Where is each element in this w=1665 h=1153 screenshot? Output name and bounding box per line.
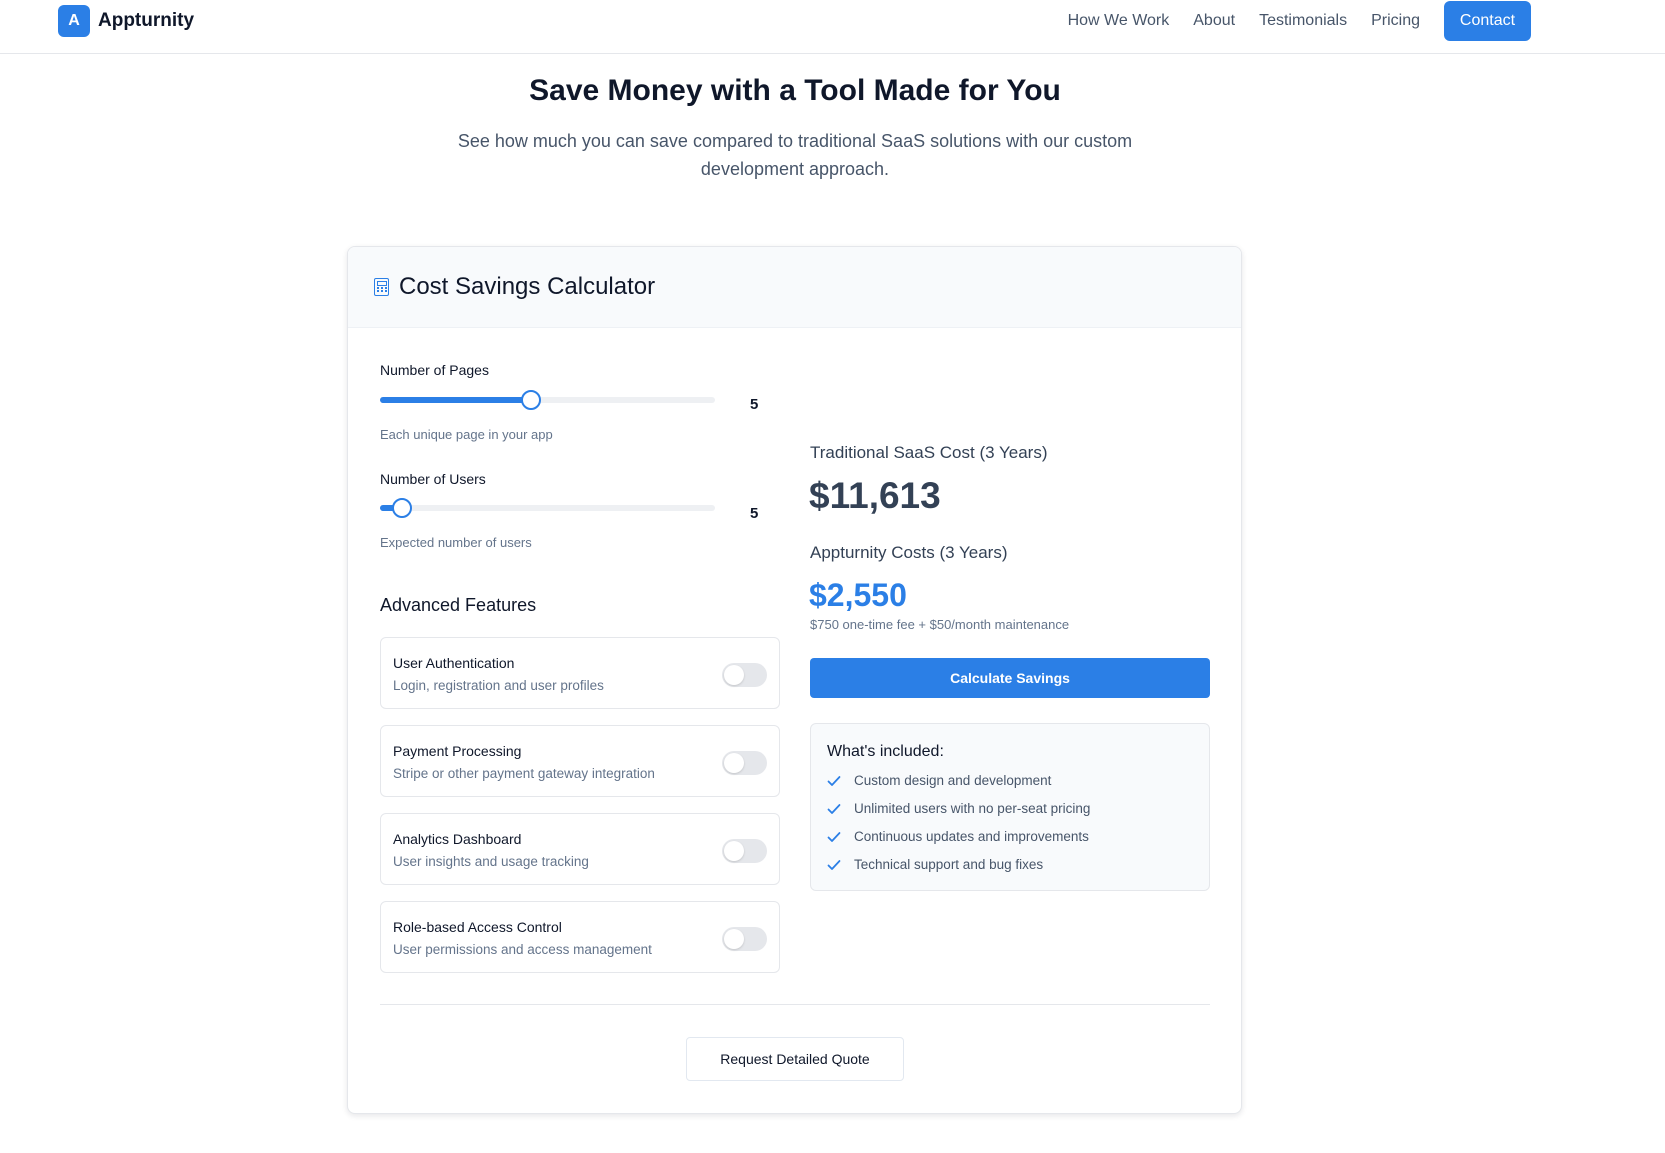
nav-about[interactable]: About — [1193, 1, 1235, 41]
toggle-knob — [724, 841, 744, 861]
feature-desc: User permissions and access management — [393, 942, 652, 957]
feature-name: Role-based Access Control — [393, 919, 562, 935]
calculator-card: Cost Savings Calculator Number of Pages … — [347, 246, 1242, 1114]
appturnity-cost-label: Appturnity Costs (3 Years) — [810, 543, 1008, 562]
users-slider-thumb[interactable] — [391, 498, 412, 518]
feature-name: User Authentication — [393, 655, 515, 671]
appturnity-cost-note: $750 one-time fee + $50/month maintenanc… — [810, 617, 1070, 632]
check-icon — [827, 775, 841, 786]
check-icon — [827, 803, 841, 814]
traditional-cost-value: $11,613 — [809, 475, 941, 516]
card-divider — [380, 1004, 1210, 1005]
brand-logo[interactable]: A Appturnity — [58, 5, 194, 37]
included-item-text: Continuous updates and improvements — [854, 829, 1089, 844]
included-item-text: Technical support and bug fixes — [854, 857, 1044, 872]
users-value: 5 — [750, 505, 759, 522]
main-nav: How We Work About Testimonials Pricing C… — [1068, 1, 1531, 41]
included-item-text: Unlimited users with no per-seat pricing — [854, 801, 1091, 816]
feature-desc: Stripe or other payment gateway integrat… — [393, 766, 655, 781]
feature-payment-processing: Payment Processing Stripe or other payme… — [380, 725, 780, 797]
pages-label: Number of Pages — [380, 362, 489, 378]
nav-testimonials[interactable]: Testimonials — [1259, 1, 1347, 41]
included-item: Technical support and bug fixes — [827, 857, 1043, 872]
feature-name: Payment Processing — [393, 743, 522, 759]
toggle-knob — [724, 753, 744, 773]
advanced-features-title: Advanced Features — [380, 595, 537, 615]
user-authentication-toggle[interactable] — [722, 663, 767, 687]
toggle-knob — [724, 929, 744, 949]
included-item-text: Custom design and development — [854, 773, 1052, 788]
feature-analytics-dashboard: Analytics Dashboard User insights and us… — [380, 813, 780, 885]
feature-user-authentication: User Authentication Login, registration … — [380, 637, 780, 709]
calculator-icon — [374, 278, 389, 296]
whats-included-title: What's included: — [827, 743, 944, 760]
feature-desc: User insights and usage tracking — [393, 854, 589, 869]
included-item: Continuous updates and improvements — [827, 829, 1089, 844]
logo-mark: A — [58, 5, 90, 37]
hero-subtitle: See how much you can save compared to tr… — [457, 131, 1133, 179]
pages-slider-fill — [380, 397, 531, 403]
pages-slider-thumb[interactable] — [520, 390, 541, 410]
feature-desc: Login, registration and user profiles — [393, 678, 604, 693]
calculator-title: Cost Savings Calculator — [399, 273, 656, 300]
toggle-knob — [724, 665, 744, 685]
contact-button[interactable]: Contact — [1444, 1, 1531, 41]
users-label: Number of Users — [380, 471, 486, 487]
whats-included-box: What's included: Custom design and devel… — [810, 723, 1210, 891]
included-item: Custom design and development — [827, 773, 1051, 788]
traditional-cost-label: Traditional SaaS Cost (3 Years) — [810, 443, 1048, 462]
feature-role-based-access: Role-based Access Control User permissio… — [380, 901, 780, 973]
calculator-header: Cost Savings Calculator — [348, 247, 1241, 328]
feature-name: Analytics Dashboard — [393, 831, 522, 847]
nav-how-we-work[interactable]: How We Work — [1068, 1, 1170, 41]
hero-title: Save Money with a Tool Made for You — [529, 74, 1061, 107]
analytics-dashboard-toggle[interactable] — [722, 839, 767, 863]
role-based-access-toggle[interactable] — [722, 927, 767, 951]
request-quote-button[interactable]: Request Detailed Quote — [686, 1037, 904, 1081]
pages-slider[interactable] — [380, 390, 715, 410]
pages-value: 5 — [750, 396, 759, 413]
payment-processing-toggle[interactable] — [722, 751, 767, 775]
check-icon — [827, 831, 841, 842]
brand-name: Appturnity — [98, 10, 195, 31]
nav-pricing[interactable]: Pricing — [1371, 1, 1420, 41]
users-hint: Expected number of users — [380, 535, 532, 550]
pages-hint: Each unique page in your app — [380, 427, 553, 442]
users-slider[interactable] — [380, 498, 715, 518]
appturnity-cost-value: $2,550 — [809, 577, 907, 613]
included-item: Unlimited users with no per-seat pricing — [827, 801, 1090, 816]
site-header: A Appturnity How We Work About Testimoni… — [0, 0, 1665, 54]
calculate-savings-button[interactable]: Calculate Savings — [810, 658, 1210, 698]
check-icon — [827, 859, 841, 870]
